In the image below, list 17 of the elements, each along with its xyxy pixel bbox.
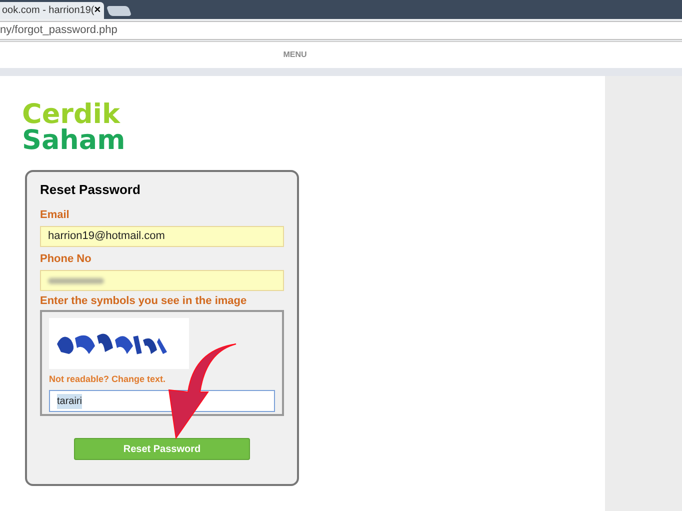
blurred-value — [48, 278, 104, 284]
address-bar[interactable]: ny/forgot_password.php — [0, 20, 682, 40]
logo-text: Cerdik — [22, 102, 120, 128]
field-label: Phone No — [40, 253, 92, 266]
form-title: Reset Password — [40, 182, 142, 198]
captcha-label: Enter the symbols you see in the image — [40, 295, 248, 308]
input-field[interactable]: harrion19@hotmail.com — [40, 226, 284, 247]
new-tab-button[interactable] — [106, 6, 132, 16]
field-value: tarairi — [57, 394, 82, 408]
field-value: harrion19@hotmail.com — [48, 229, 165, 244]
logo-text: Saham — [22, 128, 126, 154]
tab-title: ook.com - harrion19( — [2, 4, 94, 18]
input-field[interactable] — [40, 270, 284, 291]
close-icon[interactable]: × — [94, 2, 101, 19]
field-label: Email — [40, 209, 70, 222]
browser-tab[interactable]: ook.com - harrion19(× — [0, 2, 104, 19]
menu-link[interactable]: MENU — [283, 49, 307, 61]
